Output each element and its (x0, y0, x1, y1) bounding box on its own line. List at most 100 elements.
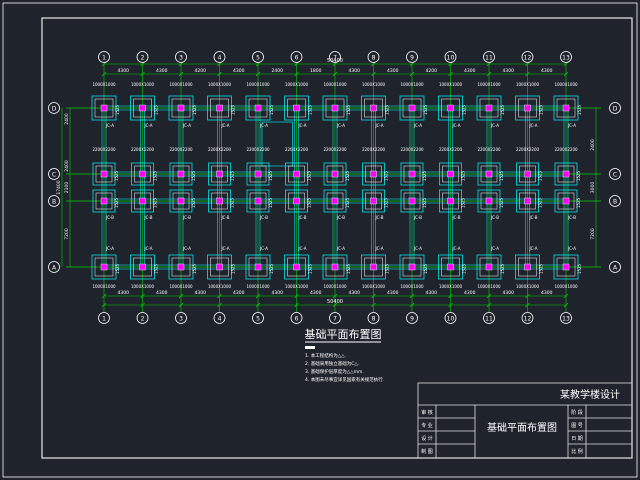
footing-rebar-note: 1525 (115, 104, 120, 115)
column-section (139, 170, 146, 178)
dim-bottom-value: 4300 (272, 290, 284, 296)
footing-rebar-note: 1525 (346, 263, 351, 274)
dim-bottom-value: 4300 (426, 290, 438, 296)
footing-tag: JC-B (451, 215, 460, 220)
column-section (216, 197, 223, 205)
footing-rebar-note: 1525 (577, 104, 582, 115)
dim-left-total: 17400 (56, 180, 62, 194)
axis-label-2: 2 (141, 316, 145, 323)
footing-rebar-note: 1525 (422, 197, 427, 208)
dim-bottom-value: 4300 (387, 290, 399, 296)
dim-left-value: 2100 (64, 182, 70, 194)
footing-size-label: 2200X2200 (169, 147, 193, 152)
dim-top-value: 4300 (349, 68, 361, 74)
footing-rebar-note: 1525 (154, 263, 159, 274)
footing-tag: JC-A (528, 246, 537, 251)
footing-tag: JC-A (105, 123, 114, 128)
titleblock-drawing-name: 基础平面布置图 (487, 421, 557, 434)
dim-bottom-value: 4300 (541, 290, 553, 296)
footing-rebar-note: 1525 (539, 104, 544, 115)
footing-rebar-note: 1525 (461, 170, 466, 181)
column-section (408, 263, 416, 271)
footing-size-label: 2200X2200 (285, 147, 309, 152)
footing-tag: JC-B (259, 215, 268, 220)
axis-label-13: 13 (562, 55, 570, 62)
column-section (408, 197, 416, 205)
axis-label-3: 3 (179, 316, 183, 323)
footing-size-label: 1000X1000 (285, 284, 309, 289)
footing-tag: JC-A (528, 123, 537, 128)
axis-label-8: 8 (372, 316, 376, 323)
axis-label-A: A (52, 265, 57, 272)
axis-grid (66, 64, 601, 310)
axis-label-4: 4 (218, 55, 222, 62)
footing-tag: JC-A (413, 123, 422, 128)
dim-bottom-value: 4300 (464, 290, 476, 296)
footing-rebar-note: 1525 (385, 263, 390, 274)
dim-bottom-value: 4300 (195, 290, 207, 296)
axis-label-1: 1 (102, 55, 106, 62)
footing-tag: JC-A (451, 123, 460, 128)
dim-bottom-value: 4300 (156, 290, 168, 296)
column-section (485, 263, 493, 271)
column-section (139, 104, 146, 112)
column-section (370, 197, 377, 205)
footing-size-label: 1000X1000 (516, 82, 540, 87)
footing-size-label: 1000X1000 (208, 82, 232, 87)
column-section (331, 104, 339, 112)
column-section (485, 197, 493, 205)
axis-label-6: 6 (295, 55, 299, 62)
footing-tag: JC-A (259, 246, 268, 251)
footing-size-label: 1000X1000 (400, 284, 424, 289)
footing-rebar-note: 1525 (308, 104, 313, 115)
footing-size-label: 2200X2200 (92, 147, 116, 152)
footing-rebar-note: 1525 (115, 263, 120, 274)
footing-size-label: 1000X1000 (246, 82, 270, 87)
axis-label-D: D (613, 106, 618, 113)
footing-tag: JC-A (413, 246, 422, 251)
axis-label-5: 5 (256, 316, 260, 323)
column-section (408, 170, 416, 178)
dim-bottom-overall: 50400 (327, 299, 343, 305)
dim-bottom-value: 4300 (118, 290, 130, 296)
footing-rebar-note: 1525 (462, 263, 467, 274)
axis-label-11: 11 (485, 316, 493, 323)
footing-rebar-note: 1525 (345, 197, 350, 208)
footing-rebar-note: 1525 (384, 197, 389, 208)
axis-label-B: B (613, 199, 617, 206)
footing-size-label: 1000X1000 (477, 284, 501, 289)
tb-label-sheet-no: 图 号 (571, 423, 583, 429)
footing-size-label: 1000X1000 (439, 82, 463, 87)
column-section (254, 263, 262, 271)
footing-tag: JC-A (336, 246, 345, 251)
column-section (331, 197, 339, 205)
dim-bottom-value: 4300 (233, 290, 245, 296)
column-section (447, 263, 454, 271)
column-section (177, 197, 185, 205)
axis-label-5: 5 (256, 55, 260, 62)
axis-label-B: B (52, 199, 56, 206)
footing-tag: JC-B (220, 215, 229, 220)
footing-tag: JC-A (451, 246, 460, 251)
dim-left-value: 2400 (64, 160, 70, 172)
footing-size-label: 1000X1000 (246, 284, 270, 289)
column-section (216, 263, 223, 271)
dim-bottom-value: 4300 (503, 290, 515, 296)
axis-label-2: 2 (141, 55, 145, 62)
footing-rebar-note: 1525 (154, 104, 159, 115)
tb-label-drafting: 制 图 (421, 448, 433, 455)
footing-rebar-note: 1525 (153, 170, 158, 181)
project-name: 某教学楼设计 (560, 388, 620, 401)
footing-rebar-note: 1525 (308, 263, 313, 274)
footing-tag: JC-B (567, 215, 576, 220)
column-section (524, 104, 531, 112)
footing-rebar-note: 1525 (191, 197, 196, 208)
footing-rebar-note: 1525 (461, 197, 466, 208)
axis-label-3: 3 (179, 55, 183, 62)
axis-label-6: 6 (295, 316, 299, 323)
footing-size-label: 2200X2200 (516, 147, 540, 152)
footing-size-label: 1000X1000 (131, 82, 155, 87)
column-section (370, 104, 377, 112)
footing-tag: JC-A (143, 246, 152, 251)
footing-tag: JC-A (374, 123, 383, 128)
